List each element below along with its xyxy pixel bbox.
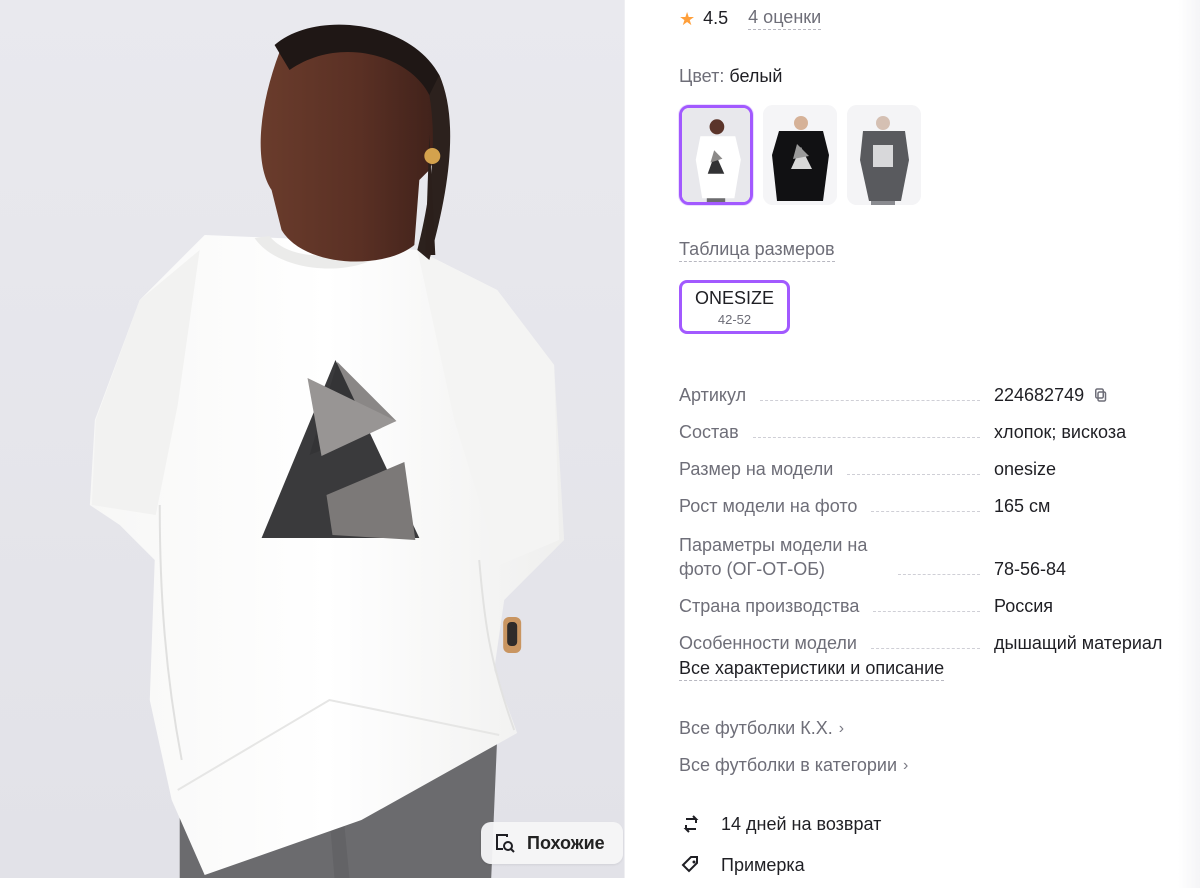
spec-divider [760, 400, 980, 401]
color-swatch-grey[interactable] [847, 105, 921, 205]
spec-row-composition: Состав хлопок; вискоза [679, 407, 1179, 444]
product-details: ★ 4.5 4 оценки Цвет: белый Таблица разме… [679, 0, 1179, 888]
all-specs-link[interactable]: Все характеристики и описание [679, 658, 945, 681]
spec-value: хлопок; вискоза [994, 422, 1127, 442]
spec-value: 224682749 [994, 383, 1179, 407]
spec-row-model-size: Размер на модели onesize [679, 444, 1179, 481]
color-swatch-white-image [682, 108, 750, 202]
copy-icon[interactable] [1092, 386, 1110, 404]
spec-row-article: Артикул 224682749 [679, 370, 1179, 407]
spec-label: Страна производства [679, 596, 860, 616]
product-photo [0, 0, 624, 878]
color-swatches [679, 105, 921, 205]
try-on-feature: Примерка [679, 853, 805, 877]
search-similar-icon [493, 831, 517, 855]
spec-value: 78-56-84 [994, 559, 1067, 579]
star-icon: ★ [679, 8, 696, 29]
spec-label: Особенности модели [679, 633, 857, 653]
size-option-main: ONESIZE [694, 287, 774, 308]
spec-row-model-params: Параметры модели на фото (ОГ-ОТ-ОБ) 78-5… [679, 518, 1179, 581]
refresh-icon [679, 812, 703, 836]
rating-row: ★ 4.5 4 оценки [679, 7, 822, 30]
similar-button-label: Похожие [527, 832, 605, 853]
try-on-label: Примерка [721, 854, 805, 875]
spec-divider [871, 648, 980, 649]
spec-label: Артикул [679, 385, 747, 405]
rating-value: 4.5 [703, 8, 729, 28]
tag-icon [679, 853, 703, 877]
brand-tshirts-label: Все футболки К.Х. [679, 718, 833, 738]
size-option-sub: 42-52 [717, 311, 752, 327]
color-swatch-black[interactable] [763, 105, 837, 205]
category-tshirts-label: Все футболки в категории [679, 755, 898, 775]
product-page: Похожие ★ 4.5 4 оценки Цвет: белый Табли… [0, 0, 1200, 888]
size-option-onesize[interactable]: ONESIZE 42-52 [679, 280, 790, 334]
spec-row-model-height: Рост модели на фото 165 см [679, 481, 1179, 518]
return-policy: 14 дней на возврат [679, 812, 881, 836]
color-swatch-black-image [763, 105, 837, 205]
spec-value: дышащий материал [994, 633, 1163, 653]
spec-divider [898, 574, 980, 575]
spec-label: Состав [679, 422, 739, 442]
spec-label: Рост модели на фото [679, 496, 858, 516]
spec-list: Артикул 224682749 Состав хлопок; вискоза [679, 370, 1179, 655]
spec-divider [752, 437, 980, 438]
color-line: Цвет: белый [679, 66, 782, 87]
spec-divider [847, 474, 980, 475]
spec-value: onesize [994, 459, 1057, 479]
spec-divider [873, 611, 980, 612]
article-value: 224682749 [994, 385, 1085, 405]
chevron-right-icon: › [903, 756, 909, 774]
spec-row-features: Особенности модели дышащий материал [679, 618, 1179, 655]
spec-row-country: Страна производства Россия [679, 581, 1179, 618]
spec-value: Россия [994, 596, 1054, 616]
spec-label: Размер на модели [679, 459, 834, 479]
spec-label: Параметры модели на фото (ОГ-ОТ-ОБ) [679, 535, 868, 579]
return-policy-label: 14 дней на возврат [721, 813, 882, 834]
similar-button[interactable]: Похожие [481, 822, 623, 864]
size-table-link[interactable]: Таблица размеров [679, 239, 835, 262]
color-swatch-grey-image [847, 105, 921, 205]
product-image[interactable]: Похожие [0, 0, 625, 878]
color-value: белый [729, 66, 783, 86]
right-side-scroll-edge [1178, 0, 1200, 888]
reviews-link[interactable]: 4 оценки [748, 7, 822, 30]
chevron-right-icon: › [838, 719, 845, 737]
spec-value: 165 см [994, 496, 1051, 516]
color-swatch-white[interactable] [679, 105, 753, 205]
color-label: Цвет: [679, 66, 725, 86]
brand-tshirts-link[interactable]: Все футболки К.Х. › [679, 718, 844, 739]
category-tshirts-link[interactable]: Все футболки в категории › [679, 755, 908, 776]
spec-divider [871, 511, 980, 512]
